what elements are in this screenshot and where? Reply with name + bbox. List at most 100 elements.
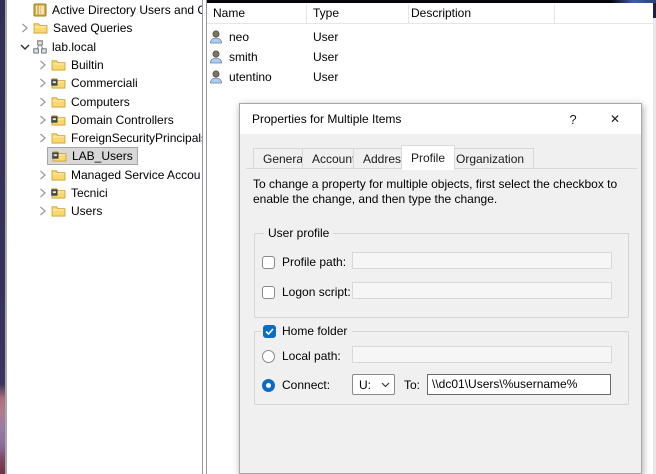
tab-strip: General Account Address Profile Organiza…	[246, 144, 637, 169]
chevron-right-icon[interactable]	[38, 115, 48, 125]
domain-icon	[33, 40, 47, 54]
tab-organization[interactable]: Organization	[446, 148, 534, 169]
column-header-name[interactable]: Name	[213, 3, 245, 24]
local-path-input[interactable]	[352, 346, 612, 363]
chevron-right-icon[interactable]	[38, 78, 48, 88]
logon-script-input[interactable]	[352, 282, 612, 299]
chevron-right-icon[interactable]	[38, 170, 48, 180]
dialog-titlebar: Properties for Multiple Items ? ✕	[240, 104, 641, 134]
home-folder-header: Home folder	[261, 323, 352, 339]
row-type: User	[313, 30, 338, 44]
row-type: User	[313, 70, 338, 84]
home-folder-group: Home folder Local path: Connect: U: To: …	[254, 331, 629, 405]
tree-item-label: Domain Controllers	[70, 113, 174, 127]
chevron-down-icon	[381, 382, 394, 388]
local-path-label: Local path:	[282, 349, 341, 363]
tree-item-label: Tecnici	[70, 186, 108, 200]
tree-item-label: Active Directory Users and Com	[51, 3, 202, 17]
tree-item-label: Managed Service Accou	[70, 168, 200, 182]
tree-item-label: Saved Queries	[52, 21, 132, 35]
folder-icon	[51, 132, 66, 144]
console-tree-panel: Active Directory Users and Com Saved Que…	[7, 0, 202, 474]
selected-tree-item: LAB_Users	[48, 148, 137, 164]
dialog-title: Properties for Multiple Items	[240, 112, 401, 126]
profile-path-row: Profile path:	[262, 255, 346, 269]
toolbar-edge	[207, 0, 656, 3]
ou-folder-icon	[51, 114, 66, 126]
row-name: utentino	[229, 70, 272, 84]
tree-item-label: Commerciali	[70, 76, 138, 90]
instruction-text: To change a property for multiple object…	[253, 177, 639, 207]
connect-path-input[interactable]: \\dc01\Users\%username%	[427, 374, 611, 395]
chevron-down-icon[interactable]	[20, 42, 30, 52]
list-row-utentino[interactable]: utentino User	[207, 67, 547, 87]
folder-icon	[51, 96, 66, 108]
chevron-right-icon[interactable]	[20, 23, 30, 33]
tree-item-saved-queries[interactable]: Saved Queries	[7, 19, 202, 37]
profile-path-label: Profile path:	[282, 255, 346, 269]
ou-folder-icon	[51, 77, 66, 89]
list-row-neo[interactable]: neo User	[207, 27, 547, 47]
connect-label: Connect:	[282, 378, 330, 392]
properties-dialog: Properties for Multiple Items ? ✕ Genera…	[239, 103, 642, 474]
folder-icon	[33, 22, 48, 34]
tree-item-computers[interactable]: Computers	[7, 93, 202, 111]
chevron-right-icon[interactable]	[38, 188, 48, 198]
local-path-radio[interactable]	[262, 350, 275, 363]
tree-item-label: LAB_Users	[71, 149, 133, 163]
tree-item-label: Builtin	[70, 58, 104, 72]
ou-folder-icon	[51, 187, 66, 199]
group-label: User profile	[264, 226, 333, 241]
folder-icon	[51, 205, 66, 217]
list-row-smith[interactable]: smith User	[207, 47, 547, 67]
column-separator[interactable]	[554, 5, 555, 23]
connect-row: Connect:	[262, 378, 330, 392]
local-path-row: Local path:	[262, 349, 341, 363]
chevron-right-icon[interactable]	[38, 60, 48, 70]
tree-item-users[interactable]: Users	[7, 202, 202, 220]
column-separator[interactable]	[306, 5, 307, 23]
help-button[interactable]: ?	[557, 104, 589, 134]
to-label: To:	[404, 378, 420, 392]
folder-icon	[51, 59, 66, 71]
tab-profile[interactable]: Profile	[401, 145, 455, 170]
user-icon	[209, 30, 223, 44]
close-icon[interactable]: ✕	[599, 104, 631, 134]
tree-item-builtin[interactable]: Builtin	[7, 56, 202, 74]
row-name: smith	[229, 50, 258, 64]
tree-item-domain-controllers[interactable]: Domain Controllers	[7, 111, 202, 129]
chevron-right-icon[interactable]	[38, 97, 48, 107]
drive-letter-select[interactable]: U:	[352, 374, 395, 395]
tree-item-commerciali[interactable]: Commerciali	[7, 74, 202, 92]
tree-item-root[interactable]: Active Directory Users and Com	[7, 1, 202, 19]
profile-path-input[interactable]	[352, 252, 612, 269]
user-icon	[209, 70, 223, 84]
connect-radio[interactable]	[262, 379, 275, 392]
folder-icon	[51, 169, 66, 181]
tree-item-foreign-security-principals[interactable]: ForeignSecurityPrincipals	[7, 129, 202, 147]
tree-item-lab-users[interactable]: LAB_Users	[7, 147, 202, 165]
chevron-right-icon[interactable]	[38, 133, 48, 143]
home-folder-label: Home folder	[282, 323, 347, 339]
tree-item-tecnici[interactable]: Tecnici	[7, 184, 202, 202]
column-separator[interactable]	[408, 5, 409, 23]
column-header-description[interactable]: Description	[411, 3, 471, 24]
tree-item-label: Computers	[70, 95, 130, 109]
tree-item-label: ForeignSecurityPrincipals	[70, 131, 202, 145]
user-icon	[209, 50, 223, 64]
logon-script-row: Logon script:	[262, 285, 351, 299]
tree-item-managed-service-accounts[interactable]: Managed Service Accou	[7, 166, 202, 184]
logon-script-checkbox[interactable]	[262, 286, 275, 299]
chevron-right-icon[interactable]	[38, 206, 48, 216]
row-name: neo	[229, 30, 249, 44]
list-header: Name Type Description	[207, 3, 653, 24]
aduc-window: Active Directory Users and Com Saved Que…	[0, 0, 656, 474]
tree-item-lab-local[interactable]: lab.local	[7, 38, 202, 56]
column-header-type[interactable]: Type	[313, 3, 339, 24]
home-folder-checkbox[interactable]	[263, 325, 276, 338]
drive-letter-value: U:	[353, 378, 381, 392]
logon-script-label: Logon script:	[282, 285, 351, 299]
aduc-root-icon	[33, 3, 47, 17]
profile-path-checkbox[interactable]	[262, 256, 275, 269]
tree-item-label: Users	[70, 204, 102, 218]
